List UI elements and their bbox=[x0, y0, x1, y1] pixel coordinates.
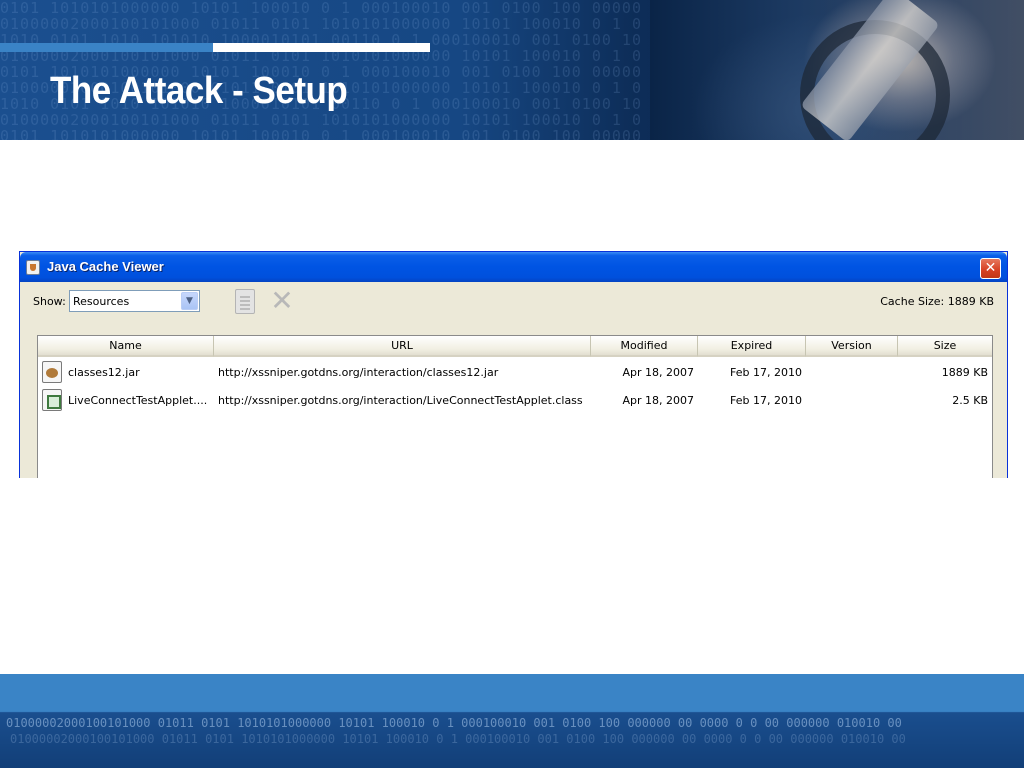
column-header-size[interactable]: Size bbox=[898, 336, 992, 357]
column-header-version[interactable]: Version bbox=[806, 336, 898, 357]
jar-file-icon bbox=[42, 361, 62, 383]
java-app-icon bbox=[26, 260, 40, 275]
table-row[interactable]: LiveConnectTestApplet.... http://xssnipe… bbox=[38, 386, 992, 414]
modified-cell: Apr 18, 2007 bbox=[622, 365, 694, 379]
document-icon[interactable] bbox=[235, 289, 255, 314]
expired-cell: Feb 17, 2010 bbox=[730, 365, 802, 379]
show-dropdown[interactable]: Resources ▼ bbox=[69, 290, 200, 312]
show-dropdown-value: Resources bbox=[73, 295, 130, 308]
header-accent-bar-blue bbox=[0, 43, 213, 52]
column-header-url[interactable]: URL bbox=[214, 336, 591, 357]
slide-header: 0101 1010101000000 10101 100010 0 1 0001… bbox=[0, 0, 1024, 140]
url-cell: http://xssniper.gotdns.org/interaction/c… bbox=[218, 365, 499, 379]
header-accent-bar-white bbox=[213, 43, 430, 52]
chevron-down-icon[interactable]: ▼ bbox=[181, 292, 198, 310]
size-cell: 1889 KB bbox=[941, 365, 988, 379]
window-titlebar[interactable]: Java Cache Viewer ✕ bbox=[20, 252, 1007, 282]
close-button[interactable]: ✕ bbox=[980, 258, 1001, 279]
file-name: LiveConnectTestApplet.... bbox=[68, 393, 208, 407]
footer-binary-text: 01000002000100101000 01011 0101 10101010… bbox=[6, 716, 902, 730]
table-row[interactable]: classes12.jar http://xssniper.gotdns.org… bbox=[38, 358, 992, 386]
column-header-modified[interactable]: Modified bbox=[591, 336, 698, 357]
key-illustration bbox=[650, 0, 1024, 140]
slide-footer: 01000002000100101000 01011 0101 10101010… bbox=[0, 674, 1024, 768]
class-file-icon bbox=[42, 389, 62, 411]
column-header-name[interactable]: Name bbox=[38, 336, 214, 357]
size-cell: 2.5 KB bbox=[952, 393, 988, 407]
name-cell: classes12.jar bbox=[38, 361, 214, 383]
expired-cell: Feb 17, 2010 bbox=[730, 393, 802, 407]
java-cache-viewer-window: Java Cache Viewer ✕ Show: Resources ▼ ✕ … bbox=[19, 251, 1008, 478]
file-name: classes12.jar bbox=[68, 365, 140, 379]
cache-size-label: Cache Size: 1889 KB bbox=[880, 295, 994, 308]
show-label: Show: bbox=[33, 295, 66, 308]
footer-binary-text-shadow: 01000002000100101000 01011 0101 10101010… bbox=[10, 732, 906, 746]
delete-icon[interactable]: ✕ bbox=[270, 287, 294, 315]
url-cell: http://xssniper.gotdns.org/interaction/L… bbox=[218, 393, 583, 407]
modified-cell: Apr 18, 2007 bbox=[622, 393, 694, 407]
window-title: Java Cache Viewer bbox=[47, 259, 164, 274]
cache-table: Name URL Modified Expired Version Size c… bbox=[37, 335, 993, 478]
name-cell: LiveConnectTestApplet.... bbox=[38, 389, 214, 411]
slide-title: The Attack - Setup bbox=[50, 70, 348, 112]
column-header-expired[interactable]: Expired bbox=[698, 336, 806, 357]
table-header: Name URL Modified Expired Version Size bbox=[38, 336, 992, 357]
